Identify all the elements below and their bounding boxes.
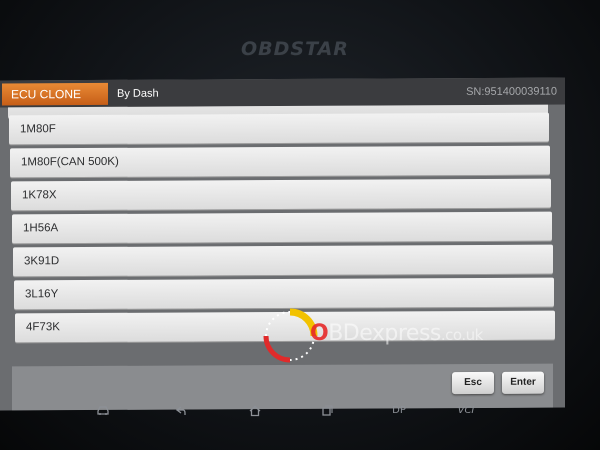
tab-ecu-clone[interactable]: ECU CLONE bbox=[2, 82, 108, 106]
esc-button[interactable]: Esc bbox=[452, 371, 494, 395]
android-nav-bar: DP VCI bbox=[40, 403, 560, 425]
home-icon[interactable] bbox=[242, 405, 268, 420]
recent-apps-icon[interactable] bbox=[314, 405, 340, 420]
list-item[interactable]: 1M80F(CAN 500K) bbox=[10, 145, 550, 178]
enter-button[interactable]: Enter bbox=[502, 371, 544, 394]
list-item[interactable]: 3K91D bbox=[13, 244, 553, 277]
list-item[interactable]: 1M80F bbox=[9, 112, 549, 145]
top-bar: ECU CLONE By Dash SN:951400039110 bbox=[0, 77, 565, 108]
screen: ECU CLONE By Dash SN:951400039110 0L85D … bbox=[0, 77, 565, 411]
dp-button[interactable]: DP bbox=[386, 405, 412, 416]
model-list[interactable]: 0L85D 1M80F 1M80F(CAN 500K) 1K78X 1H56A … bbox=[8, 104, 556, 366]
list-item[interactable]: 1H56A bbox=[12, 211, 552, 244]
serial-number: SN:951400039110 bbox=[466, 85, 557, 99]
car-icon[interactable] bbox=[90, 405, 116, 418]
tab-by-dash[interactable]: By Dash bbox=[117, 83, 159, 105]
list-item[interactable]: 4F73K bbox=[15, 310, 555, 343]
vci-button[interactable]: VCI bbox=[453, 405, 479, 416]
back-arrow-icon[interactable] bbox=[168, 405, 194, 420]
list-item[interactable]: 1K78X bbox=[11, 178, 551, 211]
list-item[interactable]: 3L16Y bbox=[14, 277, 554, 310]
device-brand-logo: OBDSTAR bbox=[241, 38, 349, 60]
device-frame: OBDSTAR ECU CLONE By Dash SN:95140003911… bbox=[0, 0, 600, 450]
